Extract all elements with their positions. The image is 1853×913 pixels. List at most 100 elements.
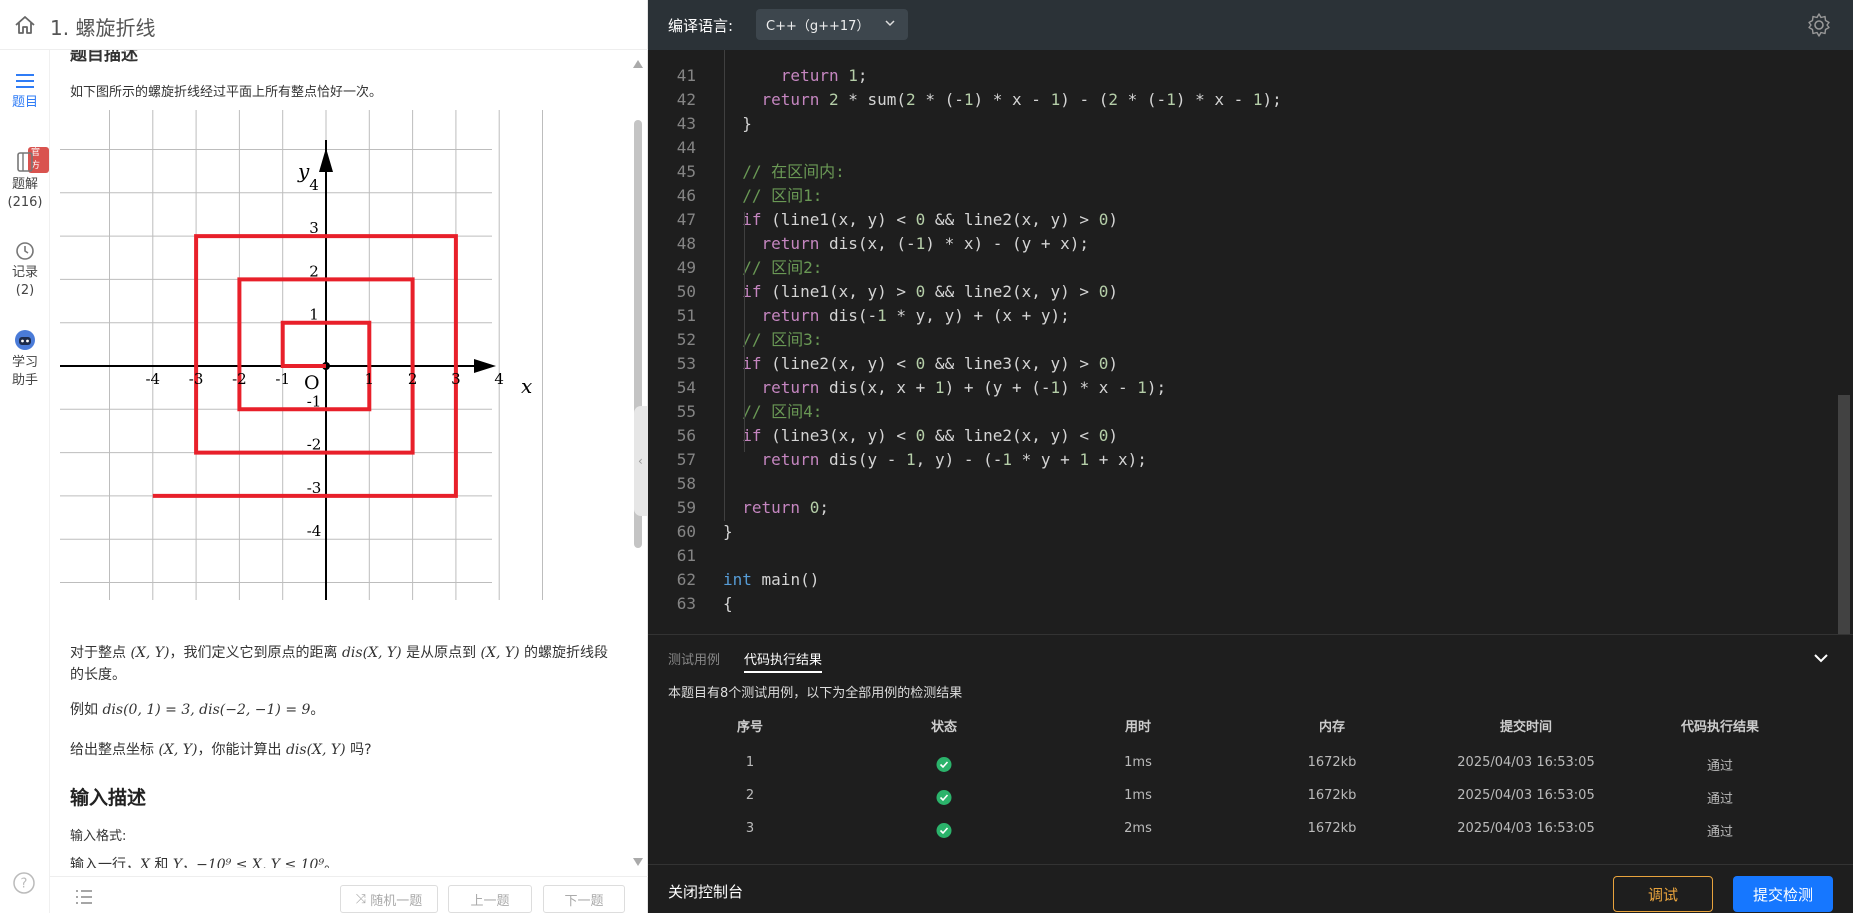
code-text: // 区间1: (723, 186, 823, 205)
code-line: 56 if (line3(x, y) < 0 && line2(x, y) < … (648, 424, 1838, 448)
table-cell: 通过 (1706, 792, 1734, 807)
line-number: 60 (676, 522, 696, 541)
table-cell: 2025/04/03 16:53:05 (1457, 788, 1595, 803)
x-tick-label: 3 (451, 370, 461, 388)
next-problem-button[interactable]: 下一题 (543, 885, 625, 913)
editor-scrollbar[interactable] (1838, 395, 1850, 634)
y-axis-label: y (297, 159, 310, 183)
gear-icon[interactable] (1806, 12, 1832, 38)
home-icon[interactable] (12, 12, 38, 38)
chevron-left-icon[interactable]: ‹ (638, 454, 643, 468)
code-text: // 区间4: (723, 402, 823, 421)
input-text-d: 。 (324, 857, 339, 868)
line-number: 61 (676, 546, 696, 565)
distance-definition: 对于整点 (X, Y)，我们定义它到原点的距离 dis(X, Y) 是从原点到 … (70, 642, 610, 686)
code-line: 48 return dis(x, (-1) * x) - (y + x); (648, 232, 1838, 256)
language-select[interactable]: C++（g++17） (756, 9, 908, 40)
code-text: return dis(-1 * y, y) + (x + y); (761, 306, 1070, 325)
line-number: 53 (676, 354, 696, 373)
code-line: 52 // 区间3: (648, 328, 1838, 352)
para3-text-c: 吗? (345, 742, 372, 758)
check-icon (936, 757, 952, 772)
random-problem-button[interactable]: ⤨ 随机一题 (340, 885, 438, 913)
nav-problem[interactable]: 题目 (0, 70, 50, 112)
line-number: 52 (676, 330, 696, 349)
code-text: if (line3(x, y) < 0 && line2(x, y) < 0) (742, 426, 1118, 445)
intro-text: 如下图所示的螺旋折线经过平面上所有整点恰好一次。 (70, 85, 383, 100)
nav-assistant[interactable]: 学习 助手 (0, 328, 50, 390)
code-line: 50 if (line1(x, y) > 0 && line2(x, y) > … (648, 280, 1838, 304)
x-axis-label: x (521, 374, 532, 398)
side-nav: 题目 官方 题解 (216) 记录 (2) 学习 助手 ? (0, 50, 50, 913)
scroll-down-arrow[interactable] (633, 858, 643, 866)
bottom-bar: 关闭控制台 调试 提交检测 (648, 864, 1853, 913)
tab-execution-result[interactable]: 代码执行结果 (744, 649, 823, 673)
chevron-down-icon[interactable] (1812, 649, 1830, 667)
para2-text-a: 例如 (70, 702, 103, 718)
prev-problem-button[interactable]: 上一题 (448, 885, 532, 913)
line-number: 55 (676, 402, 696, 421)
code-line: 43 } (648, 112, 1838, 136)
para2-math-1: dis(0, 1) = 3, dis(−2, −1) = 9 (102, 702, 311, 718)
y-tick-label: -1 (307, 392, 322, 410)
x-tick-label: -4 (145, 370, 160, 388)
code-text: // 区间3: (723, 330, 823, 349)
section-title-description: 题目描述 (70, 50, 138, 65)
code-line: 54 return dis(x, x + 1) + (y + (-1) * x … (648, 376, 1838, 400)
y-tick-label: 3 (309, 219, 319, 237)
table-header: 代码执行结果 (1680, 720, 1760, 735)
code-line: 42 return 2 * sum(2 * (-1) * x - 1) - (2… (648, 88, 1838, 112)
code-line: 45 // 在区间内: (648, 160, 1838, 184)
code-line: 61 (648, 544, 1838, 568)
code-editor[interactable]: 41 return 1; 42 return 2 * sum(2 * (-1) *… (648, 50, 1853, 634)
y-tick-label: -2 (307, 436, 322, 454)
problem-list-icon[interactable] (74, 889, 94, 905)
code-line: 55 // 区间4: (648, 400, 1838, 424)
line-number: 54 (676, 378, 696, 397)
help-icon[interactable]: ? (12, 871, 36, 895)
code-line: 60} (648, 520, 1838, 544)
line-number: 43 (676, 114, 696, 133)
nav-record[interactable]: 记录 (2) (0, 240, 50, 300)
x-tick-label: 2 (408, 370, 418, 388)
problem-panel: 1. 螺旋折线 题目 官方 题解 (216) 记录 (2) 学习 助手 ? 题目… (0, 0, 648, 913)
origin-label: O (304, 372, 320, 394)
code-line: 59 return 0; (648, 496, 1838, 520)
close-console-button[interactable]: 关闭控制台 (668, 881, 743, 902)
scroll-up-arrow[interactable] (633, 60, 643, 68)
table-cell: 1672kb (1307, 788, 1357, 803)
nav-solution[interactable]: 题解 (216) (0, 150, 50, 212)
code-text: return 0; (742, 498, 829, 517)
table-header: 序号 (736, 720, 764, 735)
para3-math-2: dis(X, Y) (285, 742, 346, 758)
x-tick-label: 1 (365, 370, 375, 388)
y-tick-label: 1 (309, 306, 319, 324)
code-line: 51 return dis(-1 * y, y) + (x + y); (648, 304, 1838, 328)
problem-footer: ⤨ 随机一题 上一题 下一题 (50, 876, 648, 913)
code-line: 44 (648, 136, 1838, 160)
book-icon (17, 152, 33, 172)
code-line: 58 (648, 472, 1838, 496)
question-text: 给出整点坐标 (X, Y)，你能计算出 dis(X, Y) 吗? (70, 739, 610, 761)
table-header: 用时 (1124, 720, 1152, 735)
problem-content: 题目描述 如下图所示的螺旋折线经过平面上所有整点恰好一次。 -4 -3 -2 -1 1 2… (50, 50, 630, 868)
line-number: 50 (676, 282, 696, 301)
code-text: } (723, 522, 733, 541)
robot-icon (15, 330, 35, 350)
nav-problem-label: 题目 (11, 95, 38, 110)
line-number: 41 (676, 66, 696, 85)
line-number: 51 (676, 306, 696, 325)
input-format-label: 输入格式: (70, 829, 127, 844)
code-text: // 区间2: (723, 258, 823, 277)
debug-button[interactable]: 调试 (1613, 876, 1713, 912)
line-number: 42 (676, 90, 696, 109)
shuffle-icon: ⤨ (355, 891, 367, 907)
table-cell: 1 (745, 755, 755, 770)
table-cell: 1ms (1124, 788, 1152, 803)
table-cell: 2 (745, 788, 755, 803)
code-text: int main() (723, 570, 820, 589)
submit-button[interactable]: 提交检测 (1733, 876, 1833, 912)
code-text: { (723, 594, 733, 613)
tab-test-cases[interactable]: 测试用例 (668, 649, 720, 668)
